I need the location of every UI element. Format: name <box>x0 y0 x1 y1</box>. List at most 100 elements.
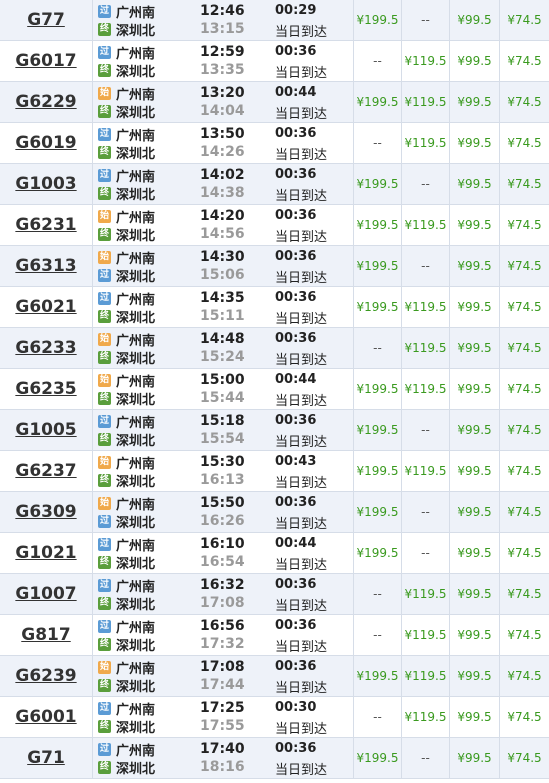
no-seat-price[interactable]: ¥74.5 <box>500 451 549 491</box>
second-class-price[interactable]: ¥99.5 <box>450 451 499 491</box>
second-class-price[interactable]: ¥99.5 <box>450 246 499 286</box>
train-number-link[interactable]: G6309 <box>0 492 92 532</box>
second-class-price[interactable]: ¥99.5 <box>450 574 499 614</box>
train-row[interactable]: G6237 始广州南终深圳北 15:30 16:13 00:43 当日到达 ¥199.5 ¥1… <box>0 451 549 492</box>
train-number-link[interactable]: G1005 <box>0 410 92 450</box>
first-class-price[interactable]: ¥119.5 <box>402 451 449 491</box>
no-seat-price[interactable]: ¥74.5 <box>500 123 549 163</box>
second-class-price[interactable]: ¥99.5 <box>450 615 499 655</box>
second-class-price[interactable]: ¥99.5 <box>450 492 499 532</box>
second-class-price[interactable]: ¥99.5 <box>450 41 499 81</box>
first-class-price[interactable]: ¥119.5 <box>402 82 449 122</box>
second-class-price[interactable]: ¥99.5 <box>450 123 499 163</box>
business-class-price[interactable]: ¥199.5 <box>354 533 401 573</box>
train-number-link[interactable]: G6239 <box>0 656 92 696</box>
train-number-link[interactable]: G6313 <box>0 246 92 286</box>
train-row[interactable]: G6001 过广州南终深圳北 17:25 17:55 00:30 当日到达 -- ¥119.5… <box>0 697 549 738</box>
first-class-price[interactable]: ¥119.5 <box>402 656 449 696</box>
first-class-price[interactable]: ¥119.5 <box>402 123 449 163</box>
second-class-price[interactable]: ¥99.5 <box>450 369 499 409</box>
train-number-link[interactable]: G6019 <box>0 123 92 163</box>
first-class-price[interactable]: ¥119.5 <box>402 287 449 327</box>
no-seat-price[interactable]: ¥74.5 <box>500 533 549 573</box>
no-seat-price[interactable]: ¥74.5 <box>500 492 549 532</box>
no-seat-price[interactable]: ¥74.5 <box>500 697 549 737</box>
second-class-price[interactable]: ¥99.5 <box>450 738 499 778</box>
second-class-price[interactable]: ¥99.5 <box>450 697 499 737</box>
business-class-price[interactable]: ¥199.5 <box>354 205 401 245</box>
second-class-price[interactable]: ¥99.5 <box>450 82 499 122</box>
business-class-price[interactable]: ¥199.5 <box>354 164 401 204</box>
business-class-price[interactable]: ¥199.5 <box>354 451 401 491</box>
business-class-price[interactable]: ¥199.5 <box>354 246 401 286</box>
train-number-link[interactable]: G6001 <box>0 697 92 737</box>
no-seat-price[interactable]: ¥74.5 <box>500 82 549 122</box>
no-seat-price[interactable]: ¥74.5 <box>500 41 549 81</box>
first-class-price[interactable]: ¥119.5 <box>402 615 449 655</box>
first-class-price[interactable]: ¥119.5 <box>402 574 449 614</box>
train-row[interactable]: G6017 过广州南终深圳北 12:59 13:35 00:36 当日到达 -- ¥119.5… <box>0 41 549 82</box>
train-number-link[interactable]: G6237 <box>0 451 92 491</box>
train-number-link[interactable]: G1003 <box>0 164 92 204</box>
train-number-link[interactable]: G817 <box>0 615 92 655</box>
train-number-link[interactable]: G6235 <box>0 369 92 409</box>
train-number-link[interactable]: G6017 <box>0 41 92 81</box>
first-class-price[interactable]: ¥119.5 <box>402 328 449 368</box>
second-class-price[interactable]: ¥99.5 <box>450 164 499 204</box>
first-class-price[interactable]: ¥119.5 <box>402 205 449 245</box>
train-row[interactable]: G77 过广州南终深圳北 12:46 13:15 00:29 当日到达 ¥199.5 -- ¥9… <box>0 0 549 41</box>
train-number-link[interactable]: G1021 <box>0 533 92 573</box>
second-class-price[interactable]: ¥99.5 <box>450 533 499 573</box>
train-row[interactable]: G817 过广州南终深圳北 16:56 17:32 00:36 当日到达 -- ¥119.5 ¥… <box>0 615 549 656</box>
train-row[interactable]: G1021 过广州南终深圳北 16:10 16:54 00:44 当日到达 ¥199.5 --… <box>0 533 549 574</box>
business-class-price[interactable]: ¥199.5 <box>354 369 401 409</box>
second-class-price[interactable]: ¥99.5 <box>450 205 499 245</box>
train-row[interactable]: G6239 始广州南终深圳北 17:08 17:44 00:36 当日到达 ¥199.5 ¥1… <box>0 656 549 697</box>
business-class-price[interactable]: ¥199.5 <box>354 410 401 450</box>
business-class-price[interactable]: ¥199.5 <box>354 738 401 778</box>
no-seat-price[interactable]: ¥74.5 <box>500 615 549 655</box>
train-row[interactable]: G6229 始广州南终深圳北 13:20 14:04 00:44 当日到达 ¥199.5 ¥1… <box>0 82 549 123</box>
second-class-price[interactable]: ¥99.5 <box>450 0 499 40</box>
no-seat-price[interactable]: ¥74.5 <box>500 246 549 286</box>
train-row[interactable]: G6021 过广州南终深圳北 14:35 15:11 00:36 当日到达 ¥199.5 ¥1… <box>0 287 549 328</box>
no-seat-price[interactable]: ¥74.5 <box>500 574 549 614</box>
business-class-price[interactable]: ¥199.5 <box>354 82 401 122</box>
no-seat-price[interactable]: ¥74.5 <box>500 410 549 450</box>
second-class-price[interactable]: ¥99.5 <box>450 287 499 327</box>
no-seat-price[interactable]: ¥74.5 <box>500 205 549 245</box>
no-seat-price[interactable]: ¥74.5 <box>500 0 549 40</box>
first-class-price[interactable]: ¥119.5 <box>402 697 449 737</box>
no-seat-price[interactable]: ¥74.5 <box>500 164 549 204</box>
no-seat-price[interactable]: ¥74.5 <box>500 738 549 778</box>
no-seat-price[interactable]: ¥74.5 <box>500 369 549 409</box>
train-row[interactable]: G6231 始广州南终深圳北 14:20 14:56 00:36 当日到达 ¥199.5 ¥1… <box>0 205 549 246</box>
train-row[interactable]: G6233 始广州南终深圳北 14:48 15:24 00:36 当日到达 -- ¥119.5… <box>0 328 549 369</box>
business-class-price[interactable]: ¥199.5 <box>354 287 401 327</box>
no-seat-price[interactable]: ¥74.5 <box>500 328 549 368</box>
second-class-price[interactable]: ¥99.5 <box>450 656 499 696</box>
train-number-link[interactable]: G1007 <box>0 574 92 614</box>
train-number-link[interactable]: G6021 <box>0 287 92 327</box>
train-row[interactable]: G1003 过广州南终深圳北 14:02 14:38 00:36 当日到达 ¥199.5 --… <box>0 164 549 205</box>
business-class-price[interactable]: ¥199.5 <box>354 492 401 532</box>
train-number-link[interactable]: G77 <box>0 0 92 40</box>
train-row[interactable]: G1005 过广州南终深圳北 15:18 15:54 00:36 当日到达 ¥199.5 --… <box>0 410 549 451</box>
train-row[interactable]: G1007 过广州南终深圳北 16:32 17:08 00:36 当日到达 -- ¥119.5… <box>0 574 549 615</box>
train-number-link[interactable]: G6229 <box>0 82 92 122</box>
train-number-link[interactable]: G6231 <box>0 205 92 245</box>
train-row[interactable]: G6313 始广州南过深圳北 14:30 15:06 00:36 当日到达 ¥199.5 --… <box>0 246 549 287</box>
first-class-price[interactable]: ¥119.5 <box>402 41 449 81</box>
train-number-link[interactable]: G71 <box>0 738 92 778</box>
second-class-price[interactable]: ¥99.5 <box>450 328 499 368</box>
train-row[interactable]: G71 过广州南终深圳北 17:40 18:16 00:36 当日到达 ¥199.5 -- ¥9… <box>0 738 549 779</box>
second-class-price[interactable]: ¥99.5 <box>450 410 499 450</box>
business-class-price[interactable]: ¥199.5 <box>354 0 401 40</box>
no-seat-price[interactable]: ¥74.5 <box>500 287 549 327</box>
train-row[interactable]: G6235 始广州南终深圳北 15:00 15:44 00:44 当日到达 ¥199.5 ¥1… <box>0 369 549 410</box>
train-number-link[interactable]: G6233 <box>0 328 92 368</box>
no-seat-price[interactable]: ¥74.5 <box>500 656 549 696</box>
business-class-price[interactable]: ¥199.5 <box>354 656 401 696</box>
train-row[interactable]: G6019 过广州南终深圳北 13:50 14:26 00:36 当日到达 -- ¥119.5… <box>0 123 549 164</box>
train-row[interactable]: G6309 始广州南过深圳北 15:50 16:26 00:36 当日到达 ¥199.5 --… <box>0 492 549 533</box>
